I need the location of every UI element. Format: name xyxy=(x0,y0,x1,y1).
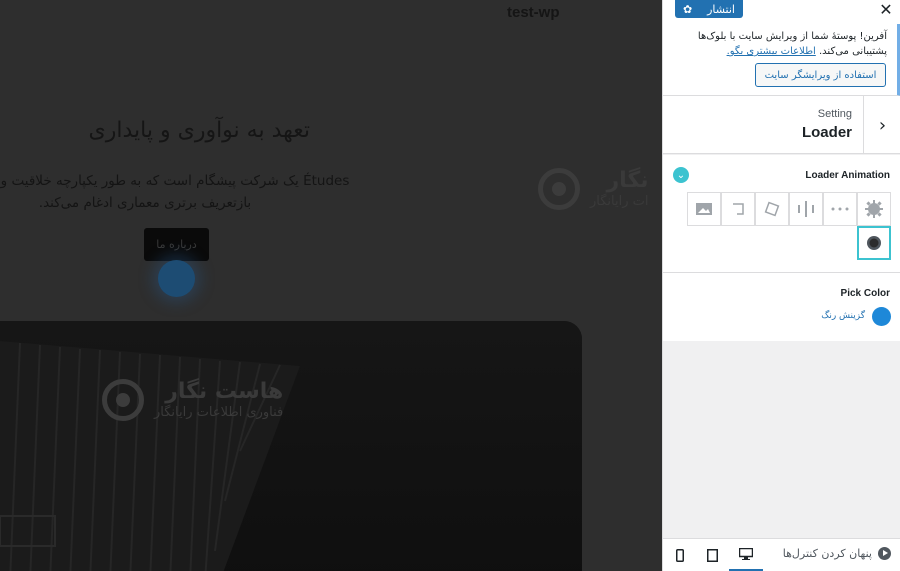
loader-option-dots[interactable] xyxy=(823,192,857,226)
learn-more-link[interactable]: اطلاعات بیشتری بگو. xyxy=(727,46,816,57)
loader-option-ring[interactable] xyxy=(857,226,891,260)
loader-animation-label: Loader Animation xyxy=(805,170,890,181)
block-theme-notice: آفرین! پوستهٔ شما از ویرایش سایت با بلوک… xyxy=(663,24,900,96)
customizer-panel: ✿ انتشار ✕ آفرین! پوستهٔ شما از ویرایش س… xyxy=(662,0,900,571)
watermark-logo-large: هاست نگار فناوری اطلاعات رایانگار xyxy=(102,379,283,421)
back-button[interactable]: › xyxy=(863,96,900,154)
device-desktop[interactable] xyxy=(729,539,763,571)
close-icon[interactable]: ✕ xyxy=(873,0,899,19)
chevron-down-icon[interactable]: ⌄ xyxy=(673,167,689,183)
publish-button[interactable]: ✿ انتشار xyxy=(675,0,743,18)
gear-icon xyxy=(865,200,883,218)
loader-option-gear[interactable] xyxy=(857,192,891,226)
desktop-icon xyxy=(739,548,753,560)
play-icon xyxy=(878,547,891,560)
use-site-editor-button[interactable]: استفاده از ویرایشگر سایت xyxy=(755,63,886,87)
loader-preview-dot xyxy=(158,260,195,297)
image-icon xyxy=(696,203,712,215)
loader-option-image[interactable] xyxy=(687,192,721,226)
bracket-icon xyxy=(733,203,744,215)
section-title: Loader xyxy=(801,124,852,141)
pick-color-label: Pick Color xyxy=(840,288,890,299)
rotated-square-icon xyxy=(764,201,780,217)
loader-option-bracket[interactable] xyxy=(721,192,755,226)
hero-image: هاست نگار فناوری اطلاعات رایانگار xyxy=(0,321,582,571)
customizer-header: ✿ انتشار ✕ xyxy=(663,0,900,24)
bars-icon xyxy=(798,201,814,217)
device-mobile[interactable] xyxy=(663,539,697,571)
color-swatch[interactable] xyxy=(872,307,891,326)
customizer-footer: پنهان کردن کنترل‌ها xyxy=(663,538,900,571)
divider xyxy=(663,272,900,273)
gear-icon[interactable]: ✿ xyxy=(683,3,692,16)
hero-heading: تعهد به نوآوری و پایداری xyxy=(88,118,310,143)
chevron-right-icon: › xyxy=(878,114,887,136)
building-facade-image xyxy=(0,321,582,571)
mobile-icon xyxy=(676,549,684,562)
site-title[interactable]: test-wp xyxy=(507,4,560,21)
color-picker-label[interactable]: گزینش رنگ xyxy=(821,311,865,321)
dots-icon xyxy=(831,207,849,211)
ring-icon xyxy=(867,236,881,250)
watermark-logo: نگار ات رایانگار xyxy=(538,168,649,210)
device-tablet[interactable] xyxy=(695,539,729,571)
tablet-icon xyxy=(706,549,718,562)
about-us-button[interactable]: درباره ما xyxy=(144,228,209,261)
section-header: Setting Loader › xyxy=(663,96,900,154)
loader-option-square[interactable] xyxy=(755,192,789,226)
site-preview[interactable]: test-wp نگار ات رایانگار تعهد به نوآوری … xyxy=(0,0,662,571)
breadcrumb: Setting xyxy=(817,108,852,120)
hide-controls-button[interactable]: پنهان کردن کنترل‌ها xyxy=(783,547,891,560)
loader-option-bars[interactable] xyxy=(789,192,823,226)
hero-text: Études یک شرکت پیشگام است که به طور یکپا… xyxy=(0,173,350,211)
